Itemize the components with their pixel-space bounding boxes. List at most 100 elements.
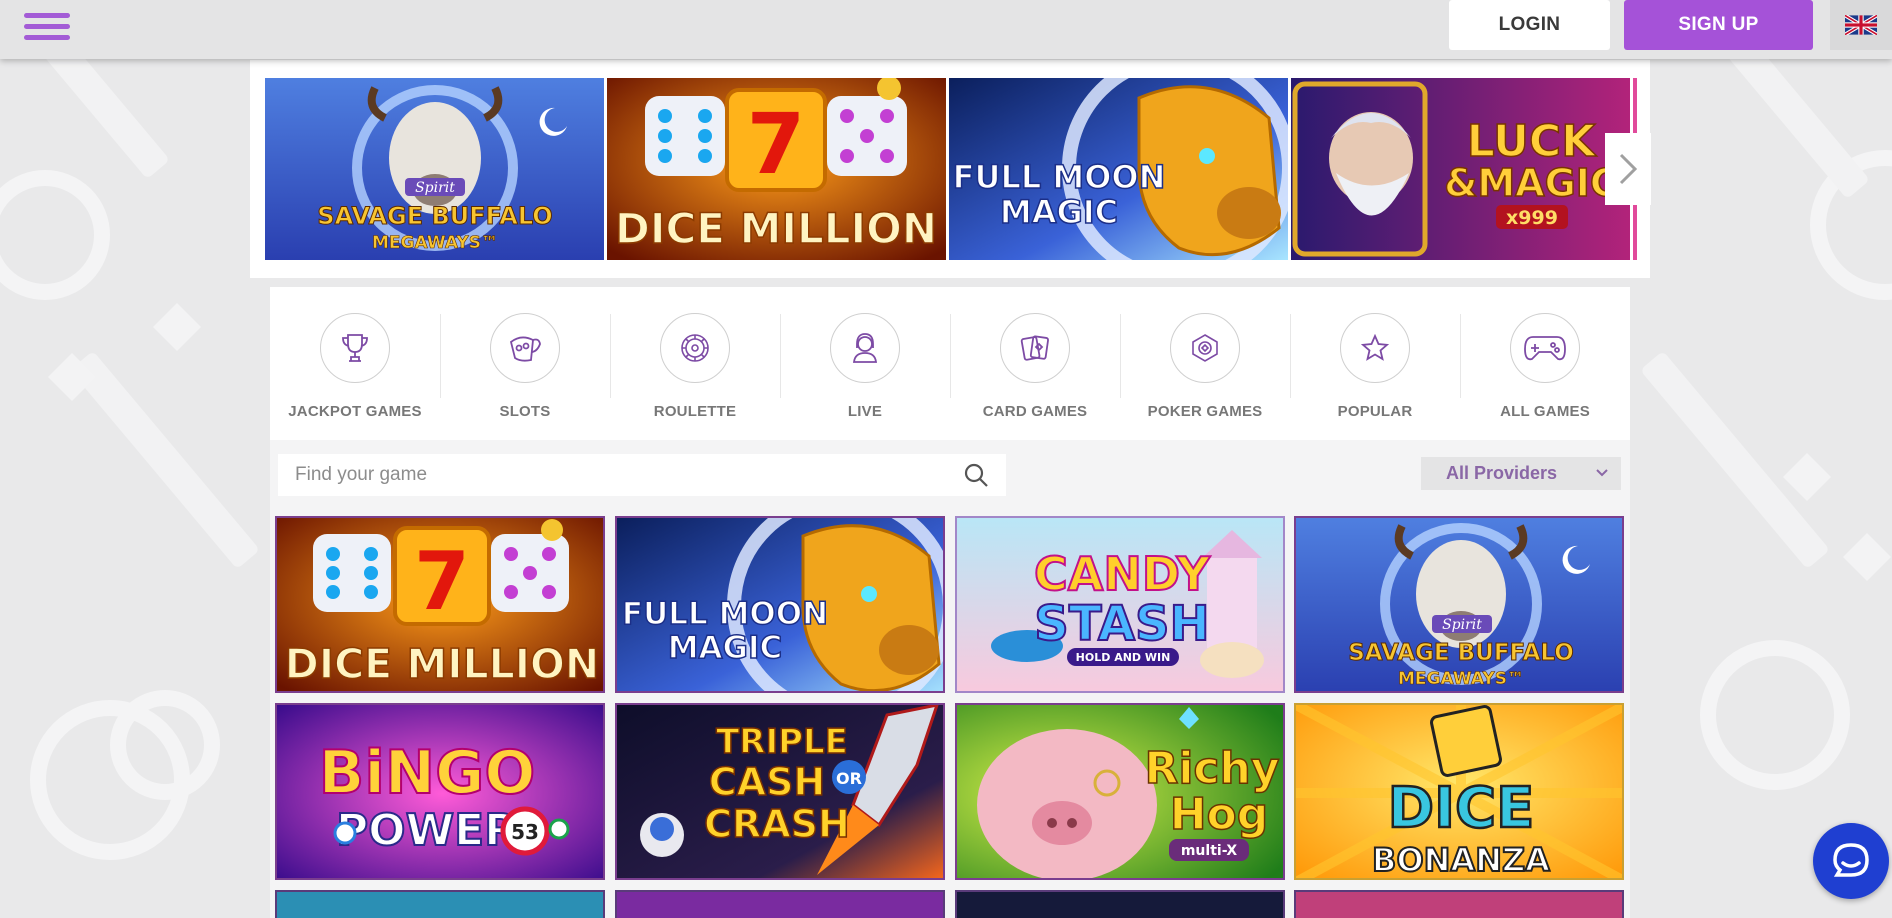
uk-flag-icon bbox=[1845, 15, 1877, 35]
game-tile-partial[interactable] bbox=[275, 890, 605, 918]
svg-text:7: 7 bbox=[414, 535, 470, 628]
category-popular[interactable]: POPULAR bbox=[1290, 287, 1460, 440]
game-tile-richy-hog[interactable]: Richy Hog multi-X bbox=[955, 703, 1285, 880]
game-title: BiNGO bbox=[319, 738, 536, 808]
game-title: Hog bbox=[1170, 789, 1269, 840]
category-label: CARD GAMES bbox=[982, 403, 1088, 420]
slot-machine-icon bbox=[509, 336, 541, 362]
category-poker-games[interactable]: POKER GAMES bbox=[1120, 287, 1290, 440]
featured-carousel: Spirit SAVAGE BUFFALO MEGAWAYS™ 7 DICE M… bbox=[250, 60, 1650, 278]
bg-ring bbox=[0, 170, 110, 300]
category-icon-circle bbox=[660, 313, 730, 383]
carousel-slide-full-moon-magic[interactable]: FULL MOON MAGIC bbox=[949, 78, 1288, 260]
game-tile-dice-million[interactable]: 7 DICE MILLION bbox=[275, 516, 605, 693]
category-label: SLOTS bbox=[499, 403, 551, 420]
game-title: POWER bbox=[336, 805, 518, 856]
svg-text:7: 7 bbox=[747, 95, 805, 193]
category-label: POPULAR bbox=[1337, 403, 1413, 420]
game-tile-triple-cash-or-crash[interactable]: TRIPLE CASH OR CRASH bbox=[615, 703, 945, 880]
roulette-icon bbox=[681, 334, 709, 362]
game-title: OR bbox=[836, 769, 862, 788]
game-title: MAGIC bbox=[668, 630, 783, 666]
slide-text: LUCK bbox=[1467, 116, 1597, 167]
category-icon-circle bbox=[1510, 313, 1580, 383]
category-live[interactable]: LIVE bbox=[780, 287, 950, 440]
slide-text: SAVAGE BUFFALO bbox=[317, 202, 552, 230]
category-roulette[interactable]: ROULETTE bbox=[610, 287, 780, 440]
category-icon-circle bbox=[1170, 313, 1240, 383]
slide-text: MAGIC bbox=[1000, 193, 1118, 231]
slide-text: DICE MILLION bbox=[615, 204, 937, 253]
game-title: MEGAWAYS™ bbox=[1398, 669, 1524, 689]
carousel-slide-dice-million[interactable]: 7 DICE MILLION bbox=[607, 78, 946, 260]
slide-text: Spirit bbox=[415, 180, 455, 196]
game-tile-partial[interactable] bbox=[1294, 890, 1624, 918]
game-title: BONANZA bbox=[1372, 841, 1550, 879]
game-tile-bingo-power[interactable]: BiNGO POWER 53 bbox=[275, 703, 605, 880]
slide-text: &MAGIC bbox=[1444, 161, 1618, 205]
game-title: TRIPLE bbox=[716, 722, 848, 762]
bg-ring bbox=[110, 690, 220, 800]
live-chat-button[interactable] bbox=[1813, 823, 1889, 899]
category-all-games[interactable]: ALL GAMES bbox=[1460, 287, 1630, 440]
search-input[interactable] bbox=[278, 454, 946, 496]
language-selector[interactable] bbox=[1830, 0, 1892, 50]
star-icon bbox=[1361, 334, 1389, 361]
game-title: HOLD AND WIN bbox=[1076, 651, 1171, 664]
chat-bubble-icon bbox=[1833, 843, 1869, 877]
game-tile-partial[interactable] bbox=[955, 890, 1285, 918]
bg-diamond bbox=[1782, 452, 1832, 502]
category-slots[interactable]: SLOTS bbox=[440, 287, 610, 440]
game-title: STASH bbox=[1034, 596, 1209, 652]
category-card-games[interactable]: CARD GAMES bbox=[950, 287, 1120, 440]
search-button[interactable] bbox=[946, 462, 1006, 488]
live-dealer-icon bbox=[852, 333, 878, 363]
category-label: LIVE bbox=[847, 403, 883, 420]
bg-diamond bbox=[152, 302, 202, 352]
chevron-down-icon bbox=[1596, 469, 1608, 477]
slide-text: x999 bbox=[1506, 207, 1558, 229]
game-tile-candy-stash[interactable]: CANDY STASH HOLD AND WIN bbox=[955, 516, 1285, 693]
category-icon-circle bbox=[490, 313, 560, 383]
category-nav: JACKPOT GAMES SLOTS ROULETTE LIVE CARD G… bbox=[270, 287, 1630, 440]
trophy-icon bbox=[342, 334, 368, 362]
providers-selected: All Providers bbox=[1446, 463, 1558, 483]
hamburger-icon[interactable] bbox=[24, 10, 70, 46]
category-icon-circle bbox=[1340, 313, 1410, 383]
cards-icon bbox=[1020, 335, 1049, 361]
category-jackpot-games[interactable]: JACKPOT GAMES bbox=[270, 287, 440, 440]
search-icon bbox=[964, 463, 988, 487]
bg-diamond bbox=[1842, 532, 1892, 582]
poker-chip-icon bbox=[1192, 334, 1218, 362]
category-label: JACKPOT GAMES bbox=[288, 403, 422, 420]
carousel-next-button[interactable] bbox=[1605, 133, 1651, 205]
login-button[interactable]: LOGIN bbox=[1449, 0, 1610, 50]
category-icon-circle bbox=[320, 313, 390, 383]
top-header: LOGIN SIGN UP bbox=[0, 0, 1892, 59]
game-title: 53 bbox=[511, 820, 539, 844]
game-title: CASH bbox=[709, 760, 825, 804]
game-tile-partial[interactable] bbox=[615, 890, 945, 918]
providers-dropdown[interactable]: All Providers bbox=[1421, 457, 1621, 490]
game-search-box bbox=[278, 454, 1006, 496]
game-title: Richy bbox=[1144, 743, 1279, 794]
chevron-right-icon bbox=[1619, 153, 1638, 185]
game-tile-dice-bonanza[interactable]: DICE BONANZA bbox=[1294, 703, 1624, 880]
carousel-slide-savage-buffalo[interactable]: Spirit SAVAGE BUFFALO MEGAWAYS™ bbox=[265, 78, 604, 260]
category-icon-circle bbox=[830, 313, 900, 383]
slide-text: FULL MOON bbox=[953, 158, 1166, 196]
category-label: ALL GAMES bbox=[1500, 403, 1590, 420]
category-icon-circle bbox=[1000, 313, 1070, 383]
category-label: POKER GAMES bbox=[1147, 403, 1263, 420]
signup-button[interactable]: SIGN UP bbox=[1624, 0, 1813, 50]
game-title: SAVAGE BUFFALO bbox=[1348, 640, 1574, 666]
game-title: DICE MILLION bbox=[285, 640, 599, 688]
game-title: CANDY bbox=[1034, 547, 1211, 601]
game-tile-full-moon-magic[interactable]: FULL MOON MAGIC bbox=[615, 516, 945, 693]
game-tile-savage-buffalo[interactable]: Spirit SAVAGE BUFFALO MEGAWAYS™ bbox=[1294, 516, 1624, 693]
bg-bar bbox=[69, 350, 261, 570]
game-title: DICE bbox=[1388, 776, 1535, 841]
slide-text: MEGAWAYS™ bbox=[372, 233, 498, 253]
carousel-slide-luck-magic[interactable]: LUCK &MAGIC x999 bbox=[1291, 78, 1630, 260]
game-title: Spirit bbox=[1442, 617, 1482, 633]
